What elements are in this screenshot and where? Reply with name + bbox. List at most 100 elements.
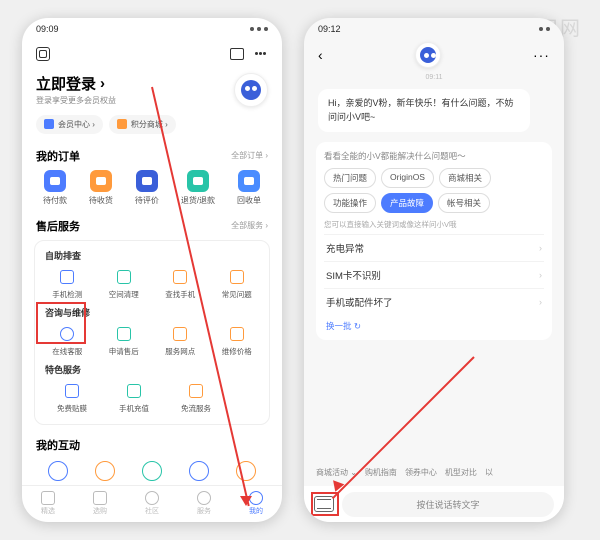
repair-price[interactable]: 维修价格 bbox=[212, 325, 262, 357]
data-icon bbox=[189, 384, 203, 398]
online-service[interactable]: 在线客服 bbox=[42, 325, 92, 357]
selfcheck-grid: 手机检测 空间清理 查找手机 常见问题 bbox=[39, 266, 265, 304]
phone-detect[interactable]: 手机检测 bbox=[42, 268, 92, 300]
more-icon[interactable]: ··· bbox=[533, 47, 550, 63]
heart-icon bbox=[41, 491, 55, 505]
chevron-right-icon: › bbox=[539, 243, 542, 253]
tab-shop[interactable]: 选购 bbox=[93, 491, 107, 516]
pill-member[interactable]: 会员中心 › bbox=[36, 115, 103, 134]
interact-header: 我的互动 bbox=[22, 431, 282, 457]
top-bar bbox=[22, 40, 282, 69]
special-grid: 免费贴膜 手机充值 免流服务 bbox=[39, 380, 265, 418]
keyboard-icon[interactable] bbox=[314, 496, 334, 512]
refund-icon bbox=[187, 170, 209, 192]
film-icon bbox=[65, 384, 79, 398]
order-pending-receive[interactable]: 待收货 bbox=[89, 170, 113, 206]
clean-icon bbox=[117, 270, 131, 284]
selfcheck-title: 自助排查 bbox=[39, 247, 265, 266]
phone-icon bbox=[60, 270, 74, 284]
message-icon[interactable] bbox=[254, 47, 268, 61]
refresh-button[interactable]: 换一批 ↻ bbox=[324, 315, 544, 332]
headset-icon bbox=[60, 327, 74, 341]
status-bar: 09:12 bbox=[304, 18, 564, 40]
service-icon bbox=[197, 491, 211, 505]
faq-sim[interactable]: SIM卡不识别› bbox=[324, 261, 544, 288]
form-icon bbox=[117, 327, 131, 341]
order-pending-review[interactable]: 待评价 bbox=[135, 170, 159, 206]
orders-more[interactable]: 全部订单 › bbox=[231, 150, 268, 161]
quick-compare[interactable]: 机型对比 bbox=[445, 467, 477, 478]
aftersale-more[interactable]: 全部服务 › bbox=[231, 220, 268, 231]
settings-icon[interactable] bbox=[36, 47, 50, 61]
coin-icon bbox=[117, 119, 127, 129]
recharge-icon bbox=[127, 384, 141, 398]
quick-coupon[interactable]: 领券中心 bbox=[405, 467, 437, 478]
order-pending-pay[interactable]: 待付款 bbox=[43, 170, 67, 206]
tab-service[interactable]: 服务 bbox=[197, 491, 211, 516]
login-subtitle: 登录享受更多会员权益 bbox=[36, 95, 116, 106]
faq[interactable]: 常见问题 bbox=[212, 268, 262, 300]
apply-aftersale[interactable]: 申请售后 bbox=[99, 325, 149, 357]
status-bar: 09:09 bbox=[22, 18, 282, 40]
free-film[interactable]: 免费贴膜 bbox=[47, 382, 97, 414]
aftersale-card: 自助排查 手机检测 空间清理 查找手机 常见问题 咨询与维修 在线客服 申请售后… bbox=[34, 240, 270, 425]
chip-account[interactable]: 帐号相关 bbox=[438, 193, 490, 213]
status-icons bbox=[539, 27, 550, 31]
greeting-bubble: Hi，亲爱的V粉，新年快乐！有什么问题，不妨问问小V吧~ bbox=[318, 89, 530, 132]
faq-broken[interactable]: 手机或配件坏了› bbox=[324, 288, 544, 315]
interact-icon-2[interactable] bbox=[95, 461, 115, 481]
recycle-icon bbox=[238, 170, 260, 192]
avatar[interactable] bbox=[234, 73, 268, 107]
order-recycle[interactable]: 回收单 bbox=[237, 170, 261, 206]
tab-community[interactable]: 社区 bbox=[145, 491, 159, 516]
consult-title: 咨询与维修 bbox=[39, 304, 265, 323]
interact-icon-4[interactable] bbox=[189, 461, 209, 481]
price-icon bbox=[230, 327, 244, 341]
phone-recharge[interactable]: 手机充值 bbox=[109, 382, 159, 414]
faq-subtitle: 您可以直接输入关键词或像这样问小V哦 bbox=[324, 219, 544, 230]
service-location[interactable]: 服务网点 bbox=[155, 325, 205, 357]
space-clean[interactable]: 空间清理 bbox=[99, 268, 149, 300]
chip-mall[interactable]: 商城相关 bbox=[439, 168, 491, 188]
chevron-right-icon: › bbox=[539, 270, 542, 280]
quick-activity[interactable]: 商城活动 ⌄ bbox=[316, 467, 357, 478]
chip-hot[interactable]: 热门问题 bbox=[324, 168, 376, 188]
tab-featured[interactable]: 精选 bbox=[41, 491, 55, 516]
order-refund[interactable]: 退货/退款 bbox=[181, 170, 215, 206]
quick-guide[interactable]: 购机指南 bbox=[365, 467, 397, 478]
consult-grid: 在线客服 申请售后 服务网点 维修价格 bbox=[39, 323, 265, 361]
annotation-arrow-1 bbox=[240, 496, 252, 506]
status-time: 09:12 bbox=[318, 24, 341, 34]
free-data[interactable]: 免流服务 bbox=[171, 382, 221, 414]
input-row: 按住说话转文字 bbox=[304, 486, 564, 522]
comment-icon bbox=[136, 170, 158, 192]
orders-title: 我的订单 bbox=[36, 148, 80, 164]
people-icon bbox=[145, 491, 159, 505]
phone-pair: 09:09 立即登录› 登录享受更多会员权益 会员中心 › 积分商城 › bbox=[0, 0, 600, 540]
special-title: 特色服务 bbox=[39, 361, 265, 380]
wallet-icon bbox=[44, 170, 66, 192]
aftersale-header: 售后服务 全部服务 › bbox=[22, 212, 282, 238]
faq-charge[interactable]: 充电异常› bbox=[324, 234, 544, 261]
voice-input-button[interactable]: 按住说话转文字 bbox=[342, 492, 554, 517]
chip-originos[interactable]: OriginOS bbox=[381, 168, 434, 188]
aftersale-title: 售后服务 bbox=[36, 218, 80, 234]
help-title: 看看全能的小V都能解决什么问题吧～ bbox=[324, 150, 544, 162]
status-icons bbox=[250, 27, 268, 31]
chip-function[interactable]: 功能操作 bbox=[324, 193, 376, 213]
phone-left: 09:09 立即登录› 登录享受更多会员权益 会员中心 › 积分商城 › bbox=[22, 18, 282, 522]
quick-more[interactable]: 以 bbox=[485, 467, 493, 478]
orders-header: 我的订单 全部订单 › bbox=[22, 142, 282, 168]
orders-row: 待付款 待收货 待评价 退货/退款 回收单 bbox=[22, 168, 282, 212]
truck-icon bbox=[90, 170, 112, 192]
chip-fault[interactable]: 产品故障 bbox=[381, 193, 433, 213]
chip-row-2: 功能操作 产品故障 帐号相关 bbox=[324, 193, 544, 213]
back-icon[interactable]: ‹ bbox=[318, 47, 323, 63]
pill-points[interactable]: 积分商城 › bbox=[109, 115, 176, 134]
chat-header: ‹ ··· bbox=[304, 40, 564, 70]
chevron-right-icon: › bbox=[539, 297, 542, 307]
interact-icon-3[interactable] bbox=[142, 461, 162, 481]
cart-icon[interactable] bbox=[230, 48, 244, 60]
phone-right: 09:12 ‹ ··· 09:11 Hi，亲爱的V粉，新年快乐！有什么问题，不妨… bbox=[304, 18, 564, 522]
interact-icon-1[interactable] bbox=[48, 461, 68, 481]
